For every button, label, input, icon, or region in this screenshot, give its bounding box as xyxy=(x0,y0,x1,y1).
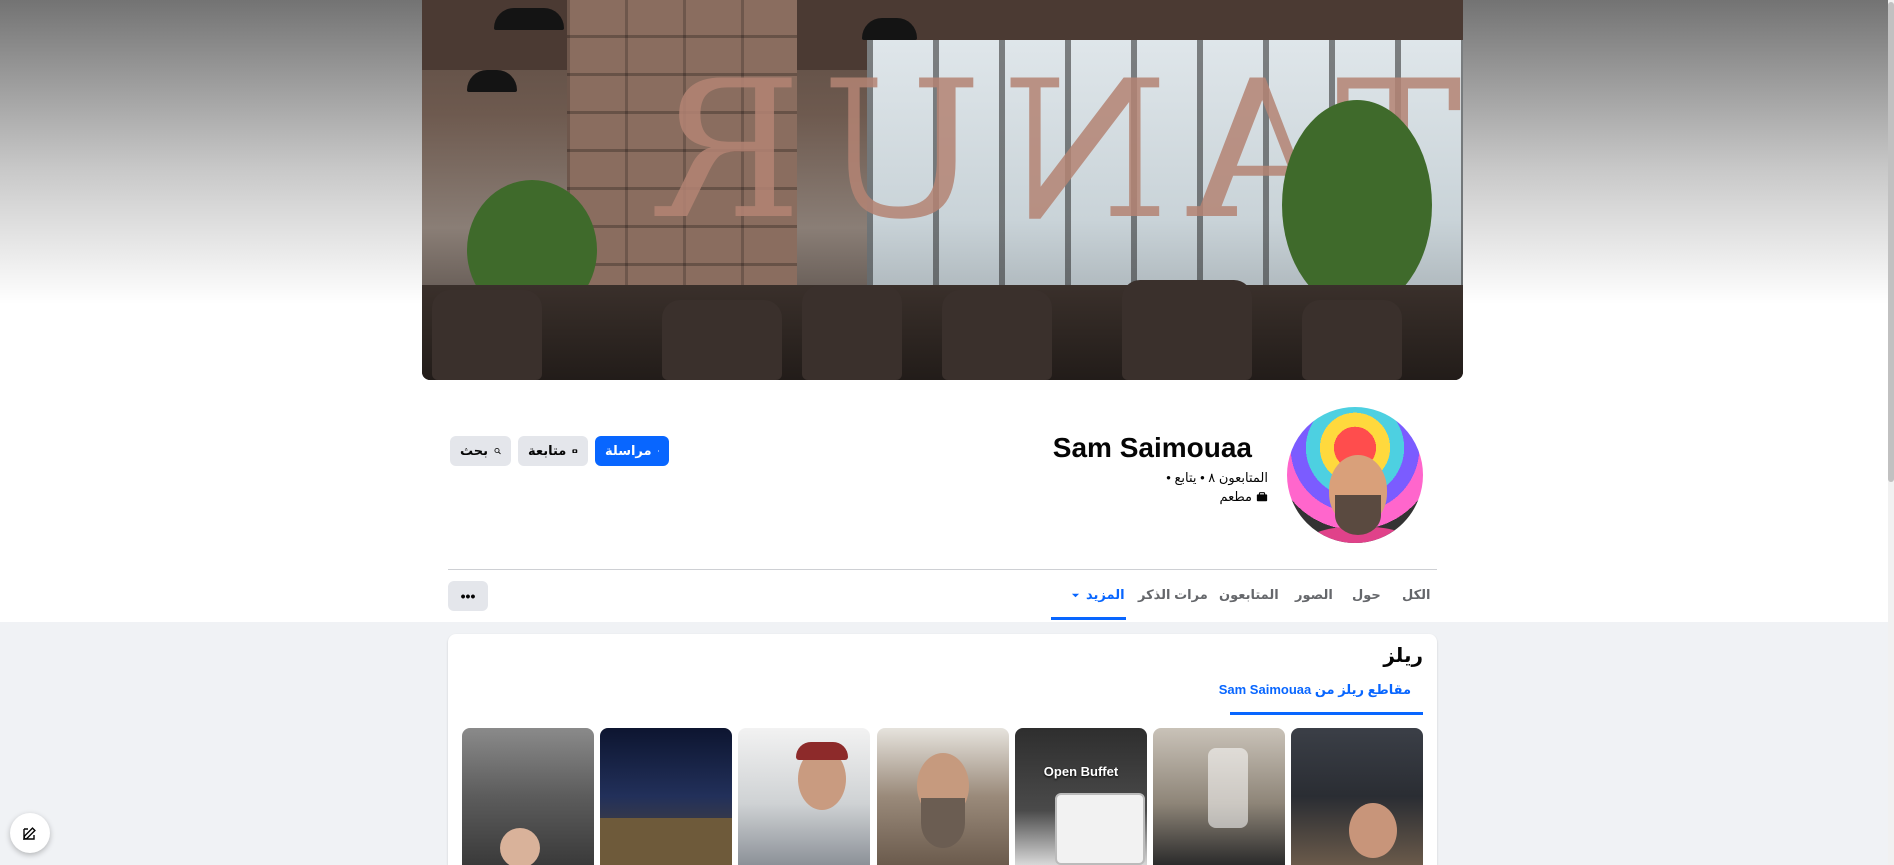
caret-down-icon xyxy=(1071,593,1080,597)
reel-beard xyxy=(921,798,965,848)
avatar-beard xyxy=(1335,495,1381,535)
compose-icon xyxy=(23,827,36,840)
tab-about[interactable]: حول xyxy=(1352,570,1381,620)
reel-thumbnail[interactable] xyxy=(462,728,594,865)
reel-thumbnail[interactable] xyxy=(877,728,1009,865)
search-button[interactable]: بحث xyxy=(450,436,511,466)
cover-chair xyxy=(802,285,902,380)
tab-photos[interactable]: الصور xyxy=(1295,570,1333,620)
messenger-icon xyxy=(657,450,659,452)
reel-person xyxy=(1349,803,1397,858)
cover-lamp xyxy=(494,8,564,30)
follow-button[interactable]: متابعة xyxy=(518,436,588,466)
reels-subtab-indicator xyxy=(1230,712,1423,715)
cover-chair xyxy=(1122,280,1252,380)
tab-followers[interactable]: المتابعون xyxy=(1219,570,1279,620)
cover-photo[interactable]: TANUR xyxy=(422,0,1463,380)
reel-thumbnail[interactable] xyxy=(738,728,870,865)
more-options-button[interactable]: ••• xyxy=(448,581,488,611)
tab-mentions[interactable]: مرات الذكر xyxy=(1138,570,1208,620)
tab-more-label: المزيد xyxy=(1086,587,1125,602)
cover-chair xyxy=(432,290,542,380)
search-label: بحث xyxy=(460,443,489,458)
follow-label: متابعة xyxy=(528,443,567,458)
profile-name: Sam Saimouaa xyxy=(1052,432,1252,463)
reel-menu-board xyxy=(1055,793,1145,865)
reel-terrace xyxy=(600,818,732,865)
page-scrollbar[interactable] xyxy=(1888,0,1894,865)
cover-chair xyxy=(942,290,1052,380)
cover-chair xyxy=(662,300,782,380)
category-icon xyxy=(1256,492,1268,502)
profile-category: مطعم xyxy=(1219,489,1268,505)
cover-lamp xyxy=(862,18,917,40)
follow-icon xyxy=(572,449,578,454)
compose-button[interactable] xyxy=(10,813,50,853)
profile-divider xyxy=(448,569,1437,570)
message-label: مراسلة xyxy=(605,443,652,458)
reel-thumbnail[interactable] xyxy=(1153,728,1285,865)
cover-lamp xyxy=(467,70,517,92)
profile-avatar[interactable] xyxy=(1283,403,1427,547)
reels-title: ريلز xyxy=(1383,645,1423,667)
reel-person xyxy=(500,828,540,865)
reel-pitcher xyxy=(1208,748,1248,828)
reel-thumbnail[interactable]: Open Buffet xyxy=(1015,728,1147,865)
reel-cap xyxy=(796,742,848,760)
tab-more[interactable]: المزيد xyxy=(1065,570,1125,620)
scrollbar-thumb[interactable] xyxy=(1888,2,1894,482)
reels-subtab[interactable]: مقاطع ريلز من Sam Saimouaa xyxy=(1219,682,1411,698)
reel-thumbnail[interactable] xyxy=(600,728,732,865)
tab-all[interactable]: الكل xyxy=(1402,570,1431,620)
cover-plant xyxy=(1282,100,1432,310)
profile-stats[interactable]: المتابعون ٨ • يتابع • xyxy=(1166,470,1268,486)
reel-thumbnail[interactable] xyxy=(1291,728,1423,865)
tab-active-indicator xyxy=(1051,617,1126,620)
cover-chair xyxy=(1302,300,1402,380)
category-label: مطعم xyxy=(1219,489,1252,504)
message-button[interactable]: مراسلة xyxy=(595,436,669,466)
reel-caption: Open Buffet xyxy=(1043,764,1119,779)
search-icon xyxy=(494,448,501,455)
